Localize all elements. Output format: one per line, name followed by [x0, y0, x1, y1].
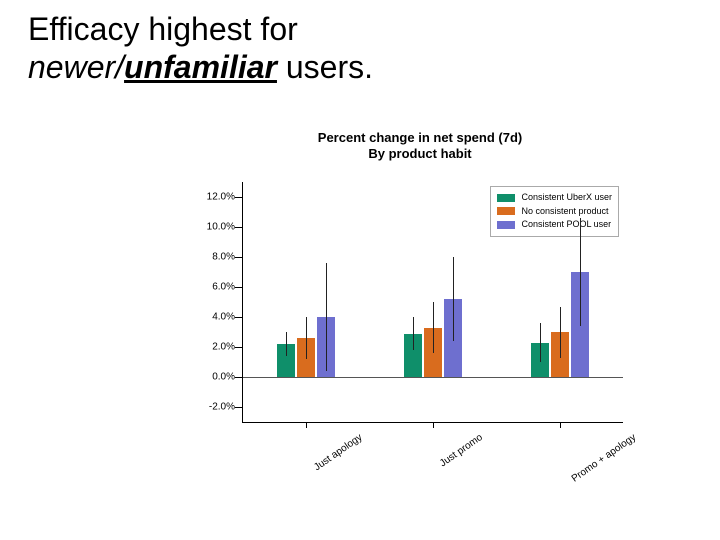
chart-legend: Consistent UberX user No consistent prod…: [490, 186, 619, 237]
error-bar: [433, 302, 434, 353]
headline-suffix: users.: [277, 49, 373, 85]
headline-underline: unfamiliar: [124, 49, 277, 85]
error-bar: [326, 263, 327, 371]
xtick-label: Just apology: [312, 432, 364, 473]
xtick-label: Just promo: [438, 432, 485, 469]
ytick: [235, 317, 243, 318]
legend-label: Consistent POOL user: [521, 218, 611, 232]
legend-entry: Consistent UberX user: [497, 191, 612, 205]
ytick: [235, 407, 243, 408]
ytick: [235, 287, 243, 288]
legend-swatch: [497, 207, 515, 215]
ytick-label: 6.0%: [212, 282, 235, 293]
xtick: [306, 422, 307, 428]
headline-italic: newer/: [28, 49, 124, 85]
error-bar: [286, 332, 287, 356]
error-bar: [413, 317, 414, 350]
legend-label: No consistent product: [521, 205, 608, 219]
ytick: [235, 227, 243, 228]
ytick-label: 2.0%: [212, 342, 235, 353]
ytick: [235, 257, 243, 258]
ytick: [235, 377, 243, 378]
xtick-label: Promo + apology: [569, 432, 637, 485]
legend-swatch: [497, 194, 515, 202]
ytick: [235, 347, 243, 348]
ytick-label: 10.0%: [207, 222, 235, 233]
ytick-label: -2.0%: [209, 402, 235, 413]
ytick-label: 0.0%: [212, 372, 235, 383]
zero-line: [243, 377, 623, 378]
legend-entry: No consistent product: [497, 205, 612, 219]
slide-headline: Efficacy highest for newer/unfamiliar us…: [28, 10, 373, 87]
error-bar: [580, 218, 581, 326]
error-bar: [540, 323, 541, 362]
xtick: [433, 422, 434, 428]
chart-container: Percent change in net spend (7d) By prod…: [180, 130, 660, 510]
headline-prefix: Efficacy highest for: [28, 11, 298, 47]
chart-plot-area: Consistent UberX user No consistent prod…: [242, 182, 623, 423]
ytick: [235, 197, 243, 198]
error-bar: [453, 257, 454, 341]
ytick-label: 4.0%: [212, 312, 235, 323]
ytick-label: 8.0%: [212, 252, 235, 263]
chart-title-line2: By product habit: [368, 146, 471, 161]
legend-swatch: [497, 221, 515, 229]
legend-entry: Consistent POOL user: [497, 218, 612, 232]
chart-title: Percent change in net spend (7d) By prod…: [180, 130, 660, 163]
xtick: [560, 422, 561, 428]
legend-label: Consistent UberX user: [521, 191, 612, 205]
error-bar: [560, 307, 561, 358]
ytick-label: 12.0%: [207, 192, 235, 203]
chart-title-line1: Percent change in net spend (7d): [318, 130, 522, 145]
error-bar: [306, 317, 307, 359]
